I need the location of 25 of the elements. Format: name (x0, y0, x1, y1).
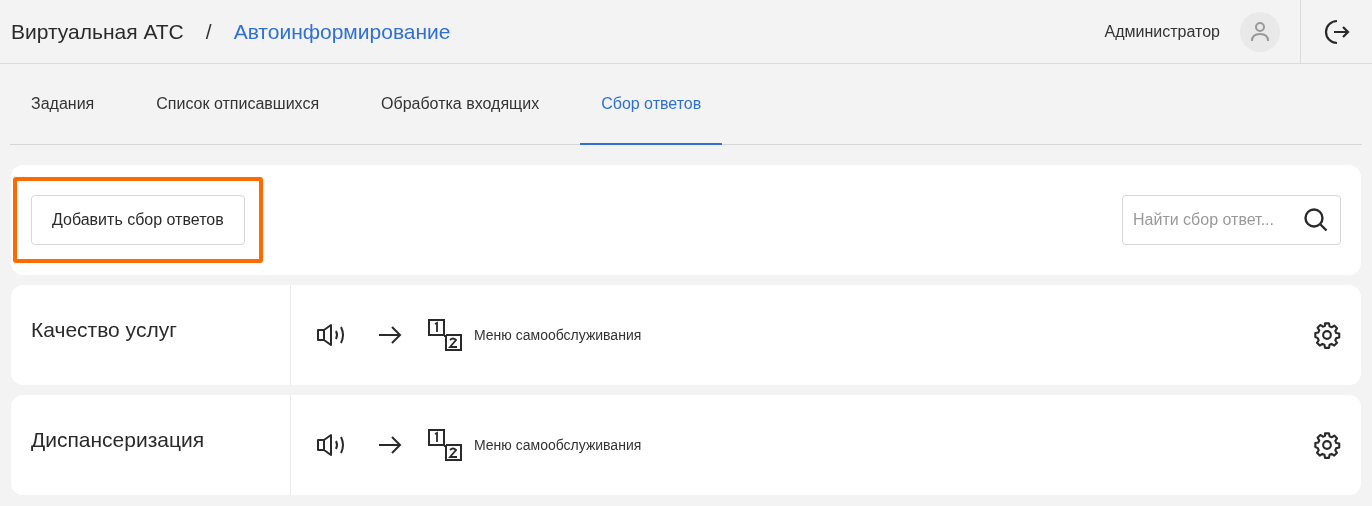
arrow-icon (378, 435, 402, 455)
item-title: Диспансеризация (31, 428, 205, 452)
search-icon[interactable] (1303, 207, 1329, 233)
tab[interactable]: Обработка входящих (360, 64, 561, 145)
tab[interactable]: Задания (10, 64, 116, 145)
target-label: Меню самообслуживания (474, 327, 642, 343)
section-title[interactable]: Автоинформирование (233, 19, 451, 44)
avatar-icon[interactable] (1240, 11, 1280, 52)
user-name: Администратор (1104, 22, 1220, 41)
logout-icon[interactable] (1322, 17, 1351, 46)
settings-icon[interactable] (1313, 321, 1341, 349)
settings-icon[interactable] (1313, 431, 1341, 459)
menu-numbers-icon (428, 429, 462, 461)
list-item-card[interactable]: Диспансеризация Меню самообслуживания (11, 395, 1361, 495)
target-label: Меню самообслуживания (474, 437, 642, 453)
search-field[interactable]: Найти сбор ответ... (1122, 195, 1341, 245)
arrow-icon (378, 325, 402, 345)
list-item-card[interactable]: Качество услуг Меню самообслуживания (11, 285, 1361, 385)
menu-numbers-icon (428, 319, 462, 351)
tab[interactable]: Сбор ответов (580, 64, 723, 145)
app-title: Виртуальная АТС (11, 19, 184, 44)
item-title: Качество услуг (31, 318, 177, 342)
add-button[interactable]: Добавить сбор ответов (31, 195, 245, 245)
breadcrumb-separator: / (205, 19, 212, 44)
tab[interactable]: Список отписавшихся (135, 64, 341, 145)
